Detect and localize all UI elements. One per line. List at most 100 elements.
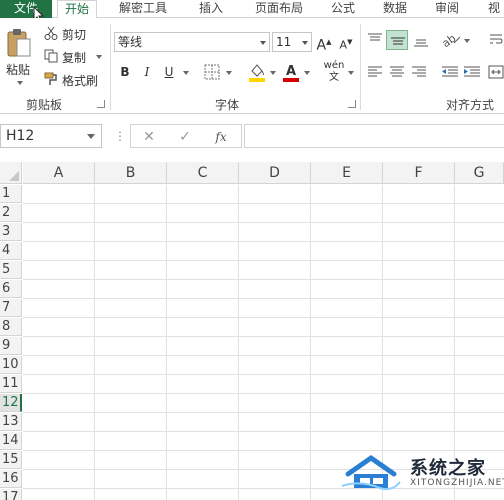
increase-font-size-button[interactable]: A▲ — [315, 33, 333, 54]
row-header[interactable]: 15 — [0, 451, 22, 469]
format-painter-button[interactable]: 格式刷 — [62, 72, 98, 89]
tab-formulas[interactable]: 公式 — [322, 0, 364, 18]
tab-view[interactable]: 视 — [484, 0, 504, 18]
align-bottom-icon[interactable] — [412, 32, 430, 48]
formula-buttons: ✕ ✓ fx — [130, 124, 242, 148]
enter-icon[interactable]: ✓ — [175, 127, 195, 147]
copy-dropdown-arrow-icon[interactable] — [96, 55, 102, 59]
phonetic-dropdown-arrow-icon[interactable] — [348, 71, 354, 75]
font-name-select[interactable]: 等线 — [114, 32, 270, 52]
tab-page-layout[interactable]: 页面布局 — [246, 0, 312, 18]
row-header[interactable]: 13 — [0, 413, 22, 431]
align-top-icon[interactable] — [366, 32, 384, 48]
column-header-b[interactable]: B — [95, 162, 167, 184]
tab-review[interactable]: 审阅 — [426, 0, 468, 18]
row-header[interactable]: 1 — [0, 185, 22, 203]
formula-bar-grip[interactable]: ⋮ — [114, 129, 126, 143]
row-header[interactable]: 14 — [0, 432, 22, 450]
select-all-button[interactable] — [0, 162, 22, 184]
column-header-e[interactable]: E — [311, 162, 383, 184]
row-header[interactable]: 16 — [0, 470, 22, 488]
phonetic-guide-button[interactable]: wén 文 — [322, 60, 346, 83]
align-right-icon[interactable] — [410, 64, 428, 80]
copy-button[interactable]: 复制 — [62, 49, 86, 66]
ribbon-tab-bar: 文件 开始 解密工具 插入 页面布局 公式 数据 审阅 视 — [0, 0, 504, 19]
decrease-indent-icon[interactable] — [440, 64, 460, 80]
row-header[interactable]: 6 — [0, 280, 22, 298]
name-box-value: H12 — [6, 128, 35, 144]
chevron-down-icon — [302, 41, 308, 45]
row-header-active[interactable]: 12 — [0, 394, 22, 412]
paste-button[interactable]: 粘贴 — [6, 61, 30, 78]
borders-dropdown-arrow-icon[interactable] — [226, 71, 232, 75]
watermark-url: XITONGZHIJIA.NET — [410, 478, 504, 488]
orientation-dropdown-arrow-icon[interactable] — [464, 39, 470, 43]
cut-button[interactable]: 剪切 — [62, 26, 86, 43]
text-orientation-icon[interactable]: ab — [440, 31, 462, 49]
watermark: 系统之家 XITONGZHIJIA.NET — [336, 450, 504, 496]
tab-home[interactable]: 开始 — [57, 0, 97, 19]
row-header[interactable]: 2 — [0, 204, 22, 222]
row-header[interactable]: 17 — [0, 489, 22, 500]
copy-icon — [44, 49, 58, 63]
wrap-text-icon[interactable] — [488, 32, 504, 48]
italic-button[interactable]: I — [138, 63, 156, 81]
cancel-icon[interactable]: ✕ — [139, 127, 159, 147]
column-header-g[interactable]: G — [455, 162, 504, 184]
phonetic-guide-label: wén — [323, 60, 345, 71]
align-left-icon[interactable] — [366, 64, 384, 80]
align-center-icon[interactable] — [388, 64, 406, 80]
font-color-icon[interactable]: A — [282, 62, 300, 82]
format-painter-icon — [44, 72, 57, 85]
tab-insert[interactable]: 插入 — [190, 0, 232, 18]
svg-text:ab: ab — [440, 32, 458, 49]
select-all-icon — [9, 171, 19, 181]
chevron-down-icon — [87, 134, 95, 139]
column-header-c[interactable]: C — [167, 162, 239, 184]
paste-icon[interactable] — [6, 28, 32, 58]
clipboard-launcher-icon[interactable] — [97, 100, 105, 108]
bold-button[interactable]: B — [116, 63, 134, 81]
row-header[interactable]: 3 — [0, 223, 22, 241]
fill-color-icon[interactable] — [248, 62, 266, 82]
font-launcher-icon[interactable] — [348, 100, 356, 108]
group-divider — [360, 24, 361, 110]
watermark-title: 系统之家 — [410, 458, 486, 479]
column-header-a[interactable]: A — [23, 162, 95, 184]
merge-center-icon[interactable] — [488, 64, 504, 80]
font-name-value: 等线 — [118, 35, 143, 49]
formula-input[interactable] — [244, 124, 504, 148]
increase-indent-icon[interactable] — [462, 64, 482, 80]
ribbon-home: 粘贴 剪切 复制 格式刷 剪贴板 等线 11 A▲ A▼ B I U A wén… — [0, 18, 504, 114]
row-header[interactable]: 5 — [0, 261, 22, 279]
font-color-dropdown-arrow-icon[interactable] — [304, 71, 310, 75]
tab-data[interactable]: 数据 — [374, 0, 416, 18]
paste-dropdown-arrow-icon[interactable] — [17, 81, 23, 85]
row-header[interactable]: 10 — [0, 356, 22, 374]
column-header-d[interactable]: D — [239, 162, 311, 184]
decrease-font-size-button[interactable]: A▼ — [337, 33, 355, 52]
row-header[interactable]: 8 — [0, 318, 22, 336]
underline-dropdown-arrow-icon[interactable] — [183, 71, 189, 75]
insert-function-button[interactable]: fx — [211, 127, 231, 147]
font-size-select[interactable]: 11 — [272, 32, 312, 52]
formula-bar: H12 ⋮ ✕ ✓ fx — [0, 122, 504, 150]
underline-button[interactable]: U — [160, 63, 178, 81]
row-header[interactable]: 4 — [0, 242, 22, 260]
group-divider — [110, 24, 111, 110]
alignment-group-label: 对齐方式 — [446, 98, 495, 112]
name-box[interactable]: H12 — [0, 124, 102, 148]
tab-decrypt-tools[interactable]: 解密工具 — [110, 0, 176, 18]
scissors-icon — [44, 26, 58, 40]
borders-icon[interactable] — [204, 64, 220, 80]
row-header[interactable]: 9 — [0, 337, 22, 355]
fill-color-dropdown-arrow-icon[interactable] — [270, 71, 276, 75]
align-middle-button[interactable] — [386, 30, 408, 50]
row-header[interactable]: 7 — [0, 299, 22, 317]
column-header-f[interactable]: F — [383, 162, 455, 184]
row-header[interactable]: 11 — [0, 375, 22, 393]
align-middle-icon — [391, 37, 405, 45]
house-logo-icon — [341, 454, 401, 491]
clipboard-group-label: 剪贴板 — [26, 98, 63, 112]
svg-text:A: A — [286, 64, 296, 79]
